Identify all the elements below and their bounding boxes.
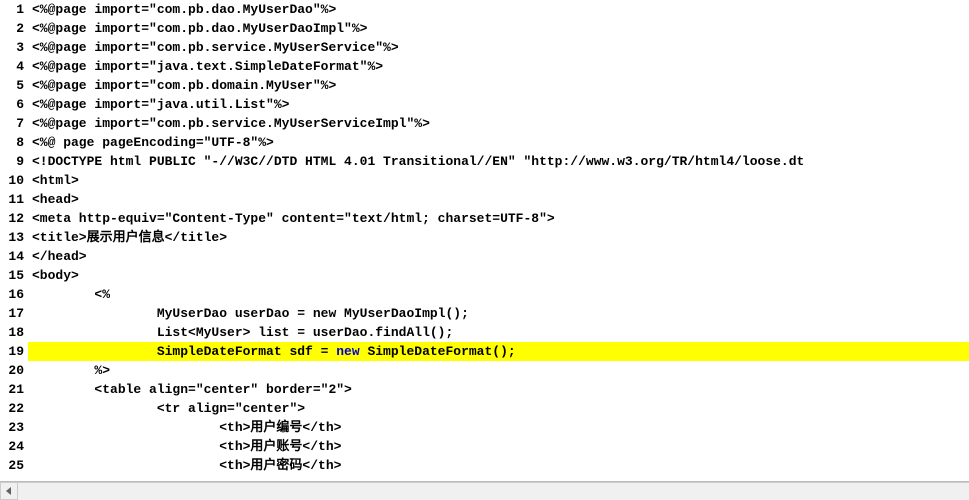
code-line[interactable]: 12<meta http-equiv="Content-Type" conten… <box>0 209 969 228</box>
line-number: 2 <box>0 19 28 38</box>
code-content: <%@page import="com.pb.service.MyUserSer… <box>28 38 969 57</box>
code-content: MyUserDao userDao = new MyUserDaoImpl(); <box>28 304 969 323</box>
triangle-left-icon <box>5 487 13 495</box>
code-line[interactable]: 15<body> <box>0 266 969 285</box>
code-line[interactable]: 5<%@page import="com.pb.domain.MyUser"%> <box>0 76 969 95</box>
code-content: <head> <box>28 190 969 209</box>
line-number: 22 <box>0 399 28 418</box>
line-number: 12 <box>0 209 28 228</box>
line-number: 6 <box>0 95 28 114</box>
code-line[interactable]: 3<%@page import="com.pb.service.MyUserSe… <box>0 38 969 57</box>
code-line[interactable]: 1<%@page import="com.pb.dao.MyUserDao"%> <box>0 0 969 19</box>
line-number: 17 <box>0 304 28 323</box>
code-content: <title>展示用户信息</title> <box>28 228 969 247</box>
code-line[interactable]: 2<%@page import="com.pb.dao.MyUserDaoImp… <box>0 19 969 38</box>
code-line[interactable]: 25 <th>用户密码</th> <box>0 456 969 475</box>
line-number: 23 <box>0 418 28 437</box>
code-content: SimpleDateFormat sdf = new SimpleDateFor… <box>28 342 969 361</box>
line-number: 14 <box>0 247 28 266</box>
code-line[interactable]: 13<title>展示用户信息</title> <box>0 228 969 247</box>
code-content: <body> <box>28 266 969 285</box>
code-content: List<MyUser> list = userDao.findAll(); <box>28 323 969 342</box>
code-content: <%@page import="com.pb.dao.MyUserDao"%> <box>28 0 969 19</box>
line-number: 10 <box>0 171 28 190</box>
line-number: 9 <box>0 152 28 171</box>
code-line[interactable]: 17 MyUserDao userDao = new MyUserDaoImpl… <box>0 304 969 323</box>
line-number: 8 <box>0 133 28 152</box>
code-line[interactable]: 7<%@page import="com.pb.service.MyUserSe… <box>0 114 969 133</box>
scroll-left-button[interactable] <box>0 482 18 500</box>
line-number: 24 <box>0 437 28 456</box>
code-line[interactable]: 24 <th>用户账号</th> <box>0 437 969 456</box>
line-number: 18 <box>0 323 28 342</box>
code-content: <%@page import="java.util.List"%> <box>28 95 969 114</box>
code-content: <%@page import="com.pb.service.MyUserSer… <box>28 114 969 133</box>
line-number: 13 <box>0 228 28 247</box>
code-line[interactable]: 23 <th>用户编号</th> <box>0 418 969 437</box>
horizontal-scrollbar-track[interactable] <box>18 482 969 500</box>
line-number: 16 <box>0 285 28 304</box>
line-number: 4 <box>0 57 28 76</box>
code-line[interactable]: 21 <table align="center" border="2"> <box>0 380 969 399</box>
code-content: <%@ page pageEncoding="UTF-8"%> <box>28 133 969 152</box>
code-line[interactable]: 8<%@ page pageEncoding="UTF-8"%> <box>0 133 969 152</box>
code-content: <%@page import="com.pb.domain.MyUser"%> <box>28 76 969 95</box>
code-content: <th>用户账号</th> <box>28 437 969 456</box>
code-content: <table align="center" border="2"> <box>28 380 969 399</box>
code-content: <!DOCTYPE html PUBLIC "-//W3C//DTD HTML … <box>28 152 969 171</box>
code-content: <html> <box>28 171 969 190</box>
code-line[interactable]: 20 %> <box>0 361 969 380</box>
line-number: 11 <box>0 190 28 209</box>
code-line[interactable]: 6<%@page import="java.util.List"%> <box>0 95 969 114</box>
line-number: 15 <box>0 266 28 285</box>
code-line[interactable]: 10<html> <box>0 171 969 190</box>
code-content: <th>用户编号</th> <box>28 418 969 437</box>
code-content: <%@page import="java.text.SimpleDateForm… <box>28 57 969 76</box>
line-number: 20 <box>0 361 28 380</box>
code-content: <%@page import="com.pb.dao.MyUserDaoImpl… <box>28 19 969 38</box>
line-number: 19 <box>0 342 28 361</box>
line-number: 1 <box>0 0 28 19</box>
line-number: 3 <box>0 38 28 57</box>
code-line[interactable]: 11<head> <box>0 190 969 209</box>
line-number: 5 <box>0 76 28 95</box>
code-line[interactable]: 22 <tr align="center"> <box>0 399 969 418</box>
line-number: 7 <box>0 114 28 133</box>
code-line[interactable]: 19 SimpleDateFormat sdf = new SimpleDate… <box>0 342 969 361</box>
line-number: 25 <box>0 456 28 475</box>
code-content: <% <box>28 285 969 304</box>
code-content: %> <box>28 361 969 380</box>
code-content: <th>用户密码</th> <box>28 456 969 475</box>
code-line[interactable]: 9<!DOCTYPE html PUBLIC "-//W3C//DTD HTML… <box>0 152 969 171</box>
code-editor[interactable]: 1<%@page import="com.pb.dao.MyUserDao"%>… <box>0 0 969 475</box>
code-content: </head> <box>28 247 969 266</box>
code-content: <meta http-equiv="Content-Type" content=… <box>28 209 969 228</box>
line-number: 21 <box>0 380 28 399</box>
code-line[interactable]: 18 List<MyUser> list = userDao.findAll()… <box>0 323 969 342</box>
code-line[interactable]: 16 <% <box>0 285 969 304</box>
code-line[interactable]: 14</head> <box>0 247 969 266</box>
code-line[interactable]: 4<%@page import="java.text.SimpleDateFor… <box>0 57 969 76</box>
code-content: <tr align="center"> <box>28 399 969 418</box>
